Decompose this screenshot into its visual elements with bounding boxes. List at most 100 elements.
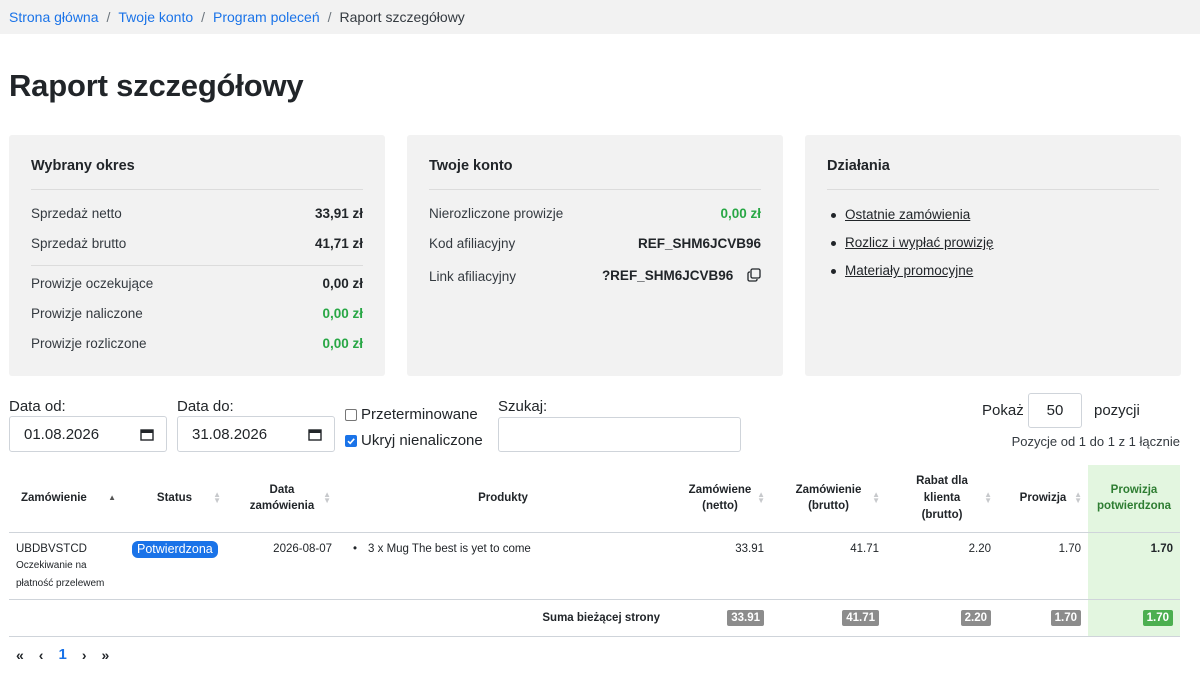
show-label: Pokaż	[982, 402, 1024, 419]
net-cell: 33.91	[669, 532, 771, 600]
sum-badge: 1.70	[1142, 609, 1173, 626]
commission-table: Zamówienie ▲ Status ▲ ▼ Data zamówienia ▲…	[9, 465, 1180, 637]
search-input[interactable]	[498, 417, 741, 452]
sort-icon[interactable]: ▲ ▼	[757, 491, 765, 505]
page-size-input[interactable]: 50	[1028, 393, 1082, 428]
sum-badge: 2.20	[960, 609, 991, 626]
column-discount[interactable]: Rabat dla klienta (brutto) ▲ ▼	[886, 465, 998, 533]
breadcrumb-home-link[interactable]: Strona główna	[9, 9, 99, 25]
calendar-icon[interactable]	[140, 428, 154, 441]
accrued-commission-label: Prowizje naliczone	[31, 306, 143, 321]
footer-commission-cell: 1.70	[998, 599, 1088, 637]
breadcrumb-referral-link[interactable]: Program poleceń	[213, 9, 320, 25]
next-page-button[interactable]: ›	[82, 647, 87, 663]
status-cell: Potwierdzona	[122, 532, 227, 600]
gross-sales-label: Sprzedaż brutto	[31, 236, 127, 251]
checkbox-checked[interactable]	[345, 434, 357, 447]
column-order[interactable]: Zamówienie ▲	[9, 465, 122, 533]
affiliate-link-value: ?REF_SHM6JCVB96	[601, 268, 734, 284]
breadcrumb-account-link[interactable]: Twoje konto	[118, 9, 193, 25]
order-number: UBDBVSTCD	[16, 542, 87, 555]
status-badge: Potwierdzona	[132, 540, 218, 558]
sort-icon[interactable]: ▲ ▼	[872, 491, 880, 505]
prev-page-button[interactable]: ‹	[39, 647, 44, 663]
affiliate-link-label: Link afiliacyjny	[429, 269, 517, 284]
column-confirmed-label: Prowizja potwierdzona	[1096, 483, 1172, 513]
hide-unaccrued-checkbox[interactable]: Ukryj nienaliczone	[345, 432, 483, 449]
recent-orders-link[interactable]: Ostatnie zamówienia	[845, 207, 970, 222]
column-confirmed: Prowizja potwierdzona	[1088, 465, 1180, 533]
actions-card-title: Działania	[827, 158, 890, 174]
column-date-label: Data zamówienia	[249, 483, 315, 513]
net-sales-label: Sprzedaż netto	[31, 206, 122, 221]
table-header-row: Zamówienie ▲ Status ▲ ▼ Data zamówienia ▲…	[9, 465, 1180, 533]
breadcrumb: Strona główna / Twoje konto / Program po…	[0, 0, 1200, 34]
overdue-checkbox[interactable]: Przeterminowane	[345, 406, 478, 423]
actions-list: Ostatnie zamówienia Rozlicz i wypłać pro…	[831, 207, 994, 291]
sort-icon[interactable]: ▲ ▼	[1074, 491, 1082, 505]
period-card: Wybrany okres Sprzedaż netto 33,91 zł Sp…	[9, 135, 385, 376]
divider	[827, 189, 1159, 190]
pagination: « ‹ 1 › »	[16, 646, 124, 663]
date-from-value: 01.08.2026	[24, 425, 100, 443]
breadcrumb-separator: /	[327, 9, 332, 25]
accrued-commission-value: 0,00 zł	[322, 306, 363, 321]
last-page-button[interactable]: »	[101, 647, 109, 663]
overdue-label: Przeterminowane	[361, 406, 478, 423]
date-cell: 2026-08-07	[227, 532, 337, 600]
column-date[interactable]: Data zamówienia ▲ ▼	[227, 465, 337, 533]
settled-commission-row: Prowizje rozliczone 0,00 zł	[31, 336, 363, 351]
sort-icon[interactable]: ▲ ▼	[984, 491, 992, 505]
sum-badge: 33.91	[727, 609, 764, 626]
unsettled-commission-row: Nierozliczone prowizje 0,00 zł	[429, 206, 761, 221]
sort-asc-icon[interactable]: ▲	[108, 494, 116, 502]
affiliate-link-row: Link afiliacyjny ?REF_SHM6JCVB96	[429, 268, 761, 285]
date-from-input[interactable]: 01.08.2026	[9, 416, 167, 452]
divider	[31, 265, 363, 266]
divider	[429, 189, 761, 190]
first-page-button[interactable]: «	[16, 647, 24, 663]
column-gross[interactable]: Zamówienie (brutto) ▲ ▼	[771, 465, 886, 533]
search-label: Szukaj:	[498, 398, 548, 415]
confirmed-cell: 1.70	[1088, 532, 1180, 600]
sort-icon[interactable]: ▲ ▼	[213, 491, 221, 505]
breadcrumb-current: Raport szczegółowy	[339, 9, 465, 25]
column-products-label: Produkty	[478, 491, 528, 504]
breadcrumb-separator: /	[201, 9, 206, 25]
entries-info: Pozycje od 1 do 1 z 1 łącznie	[1011, 434, 1180, 449]
gross-sales-row: Sprzedaż brutto 41,71 zł	[31, 236, 363, 251]
divider	[31, 189, 363, 190]
column-status[interactable]: Status ▲ ▼	[122, 465, 227, 533]
column-discount-label: Rabat dla klienta (brutto)	[916, 475, 968, 521]
footer-confirmed-cell: 1.70	[1088, 599, 1180, 637]
promo-materials-link[interactable]: Materiały promocyjne	[845, 263, 973, 278]
net-sales-row: Sprzedaż netto 33,91 zł	[31, 206, 363, 221]
settle-payout-link[interactable]: Rozlicz i wypłać prowizję	[845, 235, 994, 250]
column-commission[interactable]: Prowizja ▲ ▼	[998, 465, 1088, 533]
sort-icon[interactable]: ▲ ▼	[323, 491, 331, 505]
hide-unaccrued-label: Ukryj nienaliczone	[361, 432, 483, 449]
footer-net-cell: 33.91	[669, 599, 771, 637]
product-item: 3 x Mug The best is yet to come	[368, 542, 531, 555]
sum-badge: 41.71	[842, 609, 879, 626]
column-net-label: Zamówiene (netto)	[688, 483, 752, 513]
copy-icon[interactable]	[747, 268, 761, 285]
column-products: Produkty	[337, 465, 669, 533]
list-item: Materiały promocyjne	[831, 263, 994, 291]
column-gross-label: Zamówienie (brutto)	[795, 483, 862, 513]
calendar-icon[interactable]	[308, 428, 322, 441]
account-card: Twoje konto Nierozliczone prowizje 0,00 …	[407, 135, 783, 376]
date-to-input[interactable]: 31.08.2026	[177, 416, 335, 452]
breadcrumb-separator: /	[106, 9, 111, 25]
gross-sales-value: 41,71 zł	[314, 236, 363, 251]
account-card-title: Twoje konto	[429, 158, 513, 174]
gross-cell: 41.71	[771, 532, 886, 600]
affiliate-code-row: Kod afiliacyjny REF_SHM6JCVB96	[429, 236, 761, 251]
settled-commission-value: 0,00 zł	[322, 336, 363, 351]
discount-cell: 2.20	[886, 532, 998, 600]
period-card-title: Wybrany okres	[31, 158, 135, 174]
checkbox-unchecked[interactable]	[345, 408, 357, 421]
column-net[interactable]: Zamówiene (netto) ▲ ▼	[669, 465, 771, 533]
page-1-button[interactable]: 1	[58, 646, 66, 663]
show-suffix: pozycji	[1094, 402, 1140, 419]
